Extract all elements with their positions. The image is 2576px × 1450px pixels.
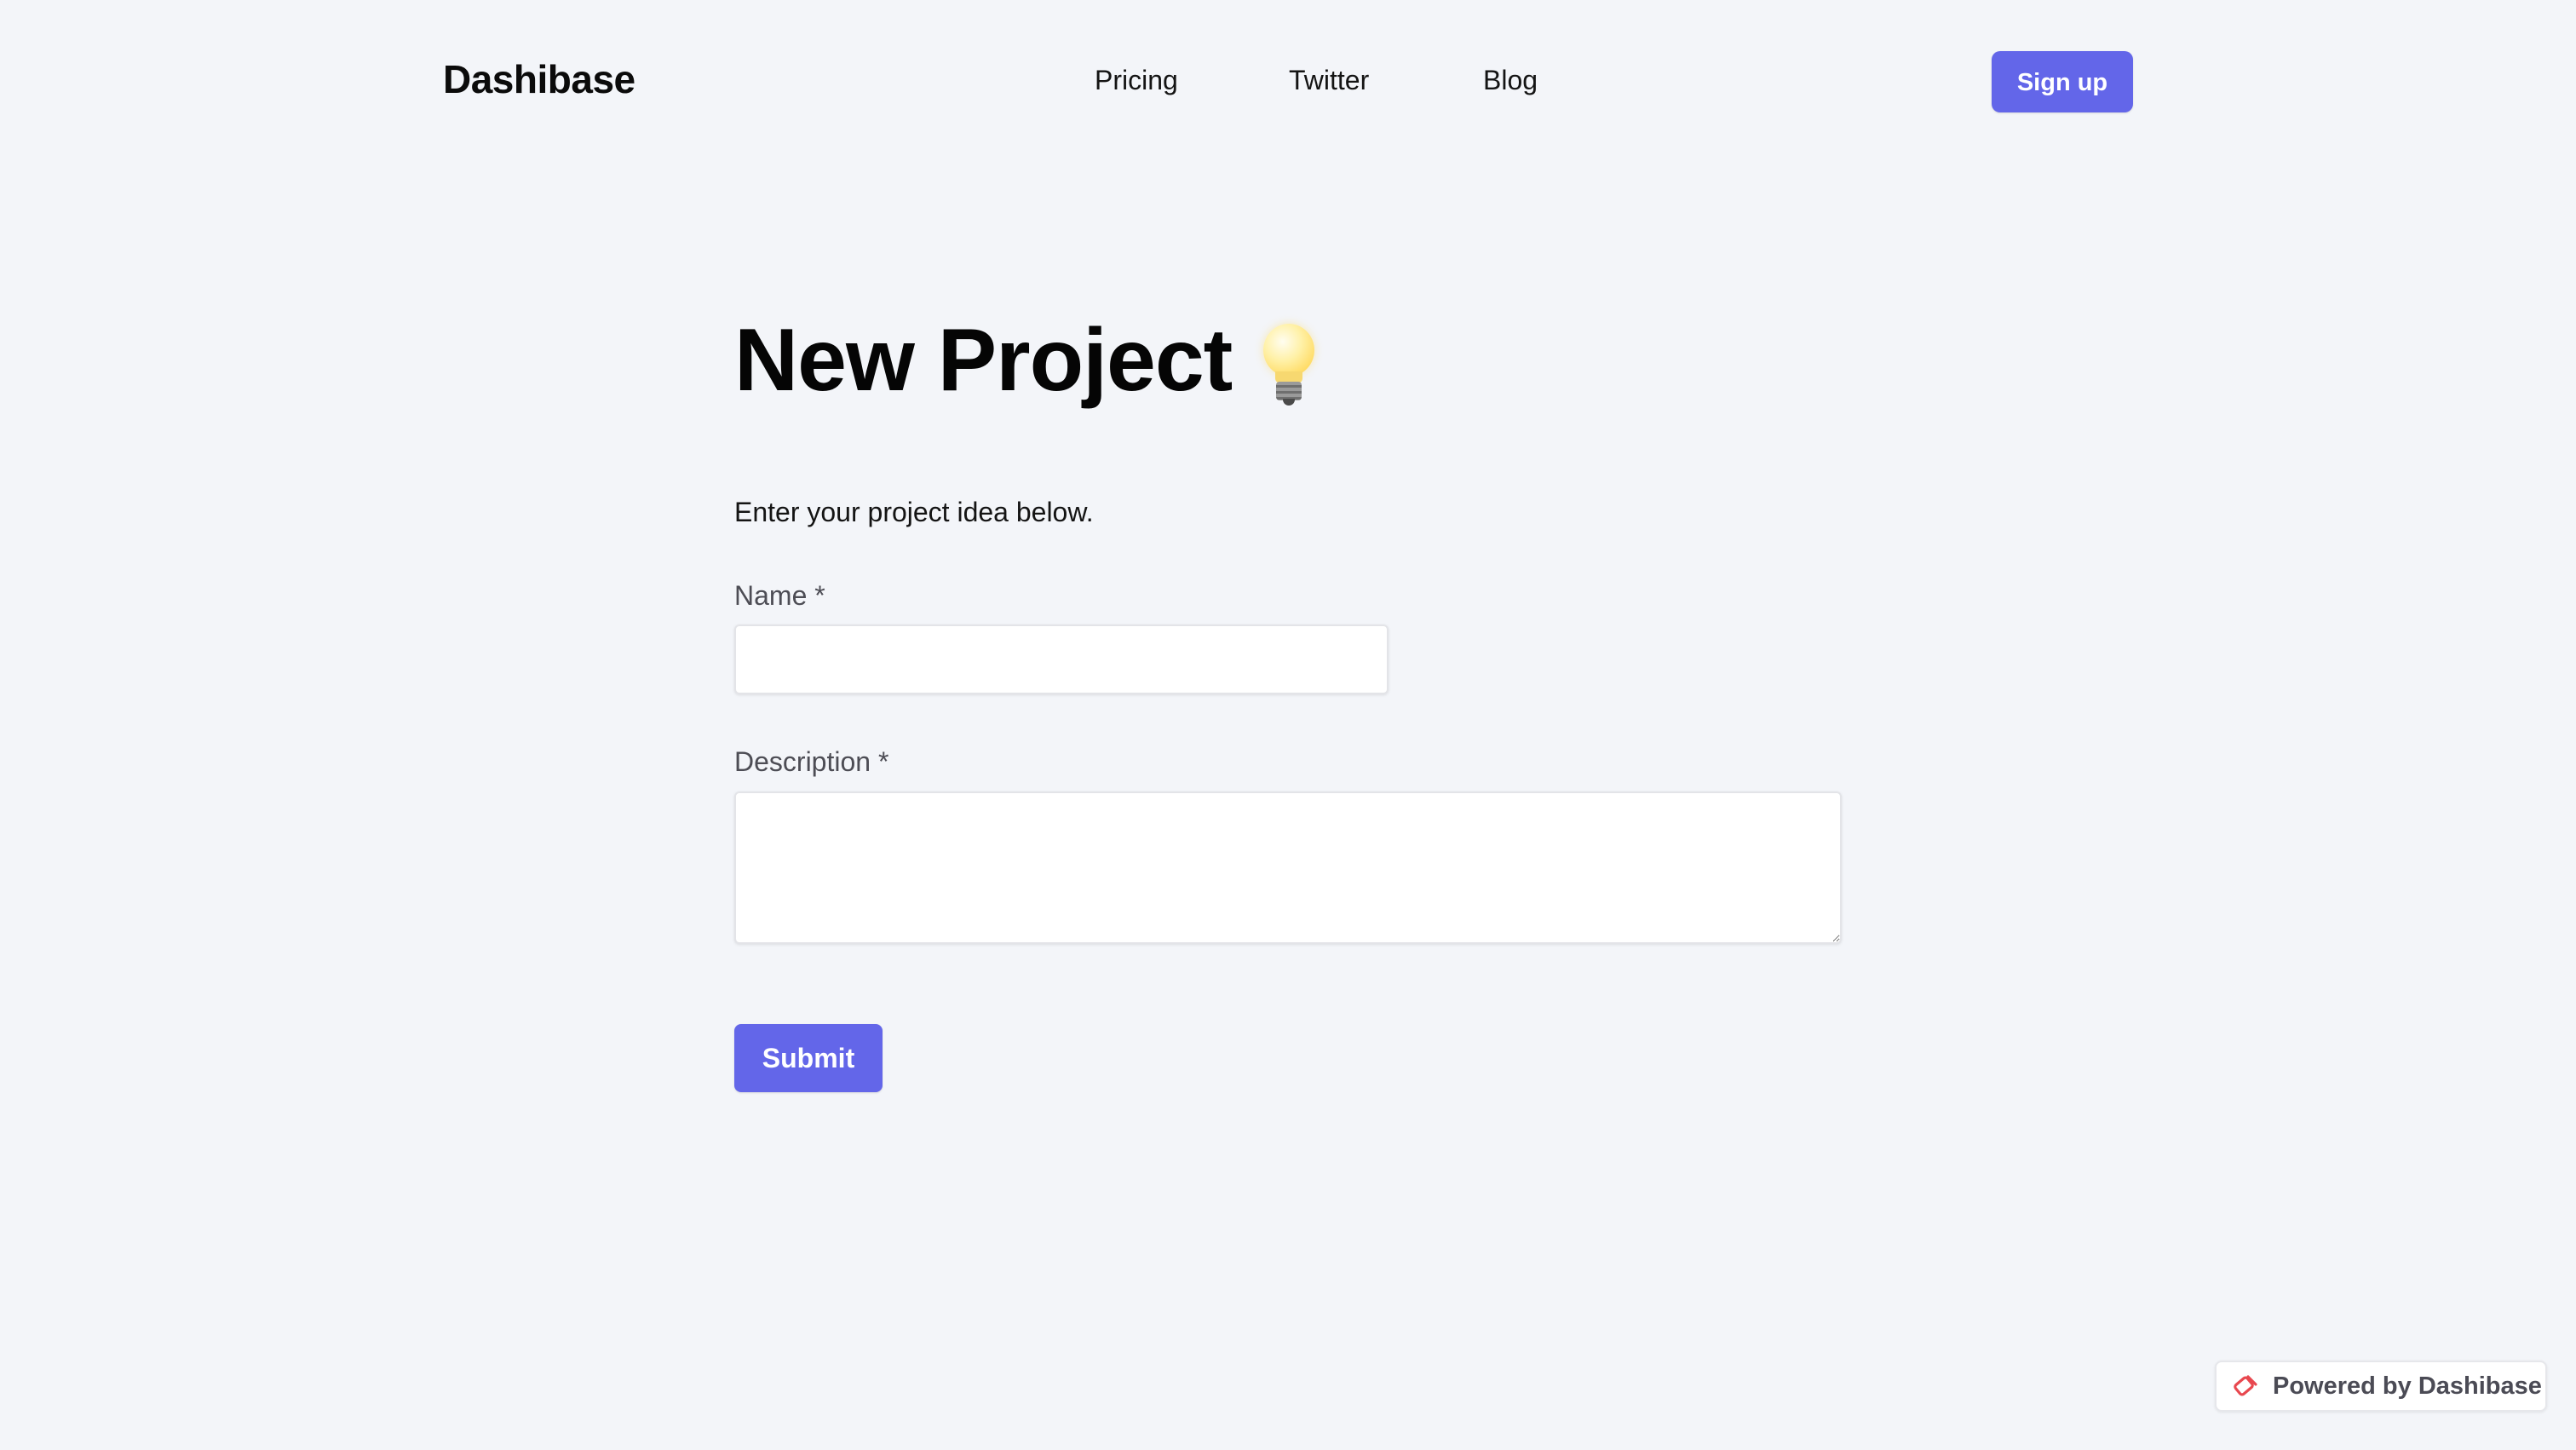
name-input[interactable] bbox=[734, 624, 1389, 694]
page-title: New Project bbox=[734, 310, 1317, 411]
nav-link-pricing[interactable]: Pricing bbox=[1095, 65, 1178, 96]
nav-link-twitter[interactable]: Twitter bbox=[1289, 65, 1369, 96]
lightbulb-icon bbox=[1261, 323, 1317, 409]
site-header: Dashibase Pricing Twitter Blog Sign up bbox=[0, 0, 2576, 164]
name-label: Name * bbox=[734, 580, 825, 611]
description-textarea[interactable] bbox=[734, 791, 1842, 944]
powered-by-badge[interactable]: Powered by Dashibase bbox=[2215, 1361, 2547, 1412]
description-label: Description * bbox=[734, 746, 889, 777]
nav-link-blog[interactable]: Blog bbox=[1483, 65, 1538, 96]
powered-by-label: Powered by Dashibase bbox=[2273, 1372, 2542, 1400]
dashibase-logo-icon bbox=[2234, 1375, 2257, 1396]
submit-button[interactable]: Submit bbox=[734, 1024, 883, 1092]
page-title-text: New Project bbox=[734, 311, 1233, 410]
main-nav: Pricing Twitter Blog bbox=[0, 65, 2576, 107]
sign-up-button[interactable]: Sign up bbox=[1992, 51, 2133, 112]
form-instructions: Enter your project idea below. bbox=[734, 497, 1094, 527]
